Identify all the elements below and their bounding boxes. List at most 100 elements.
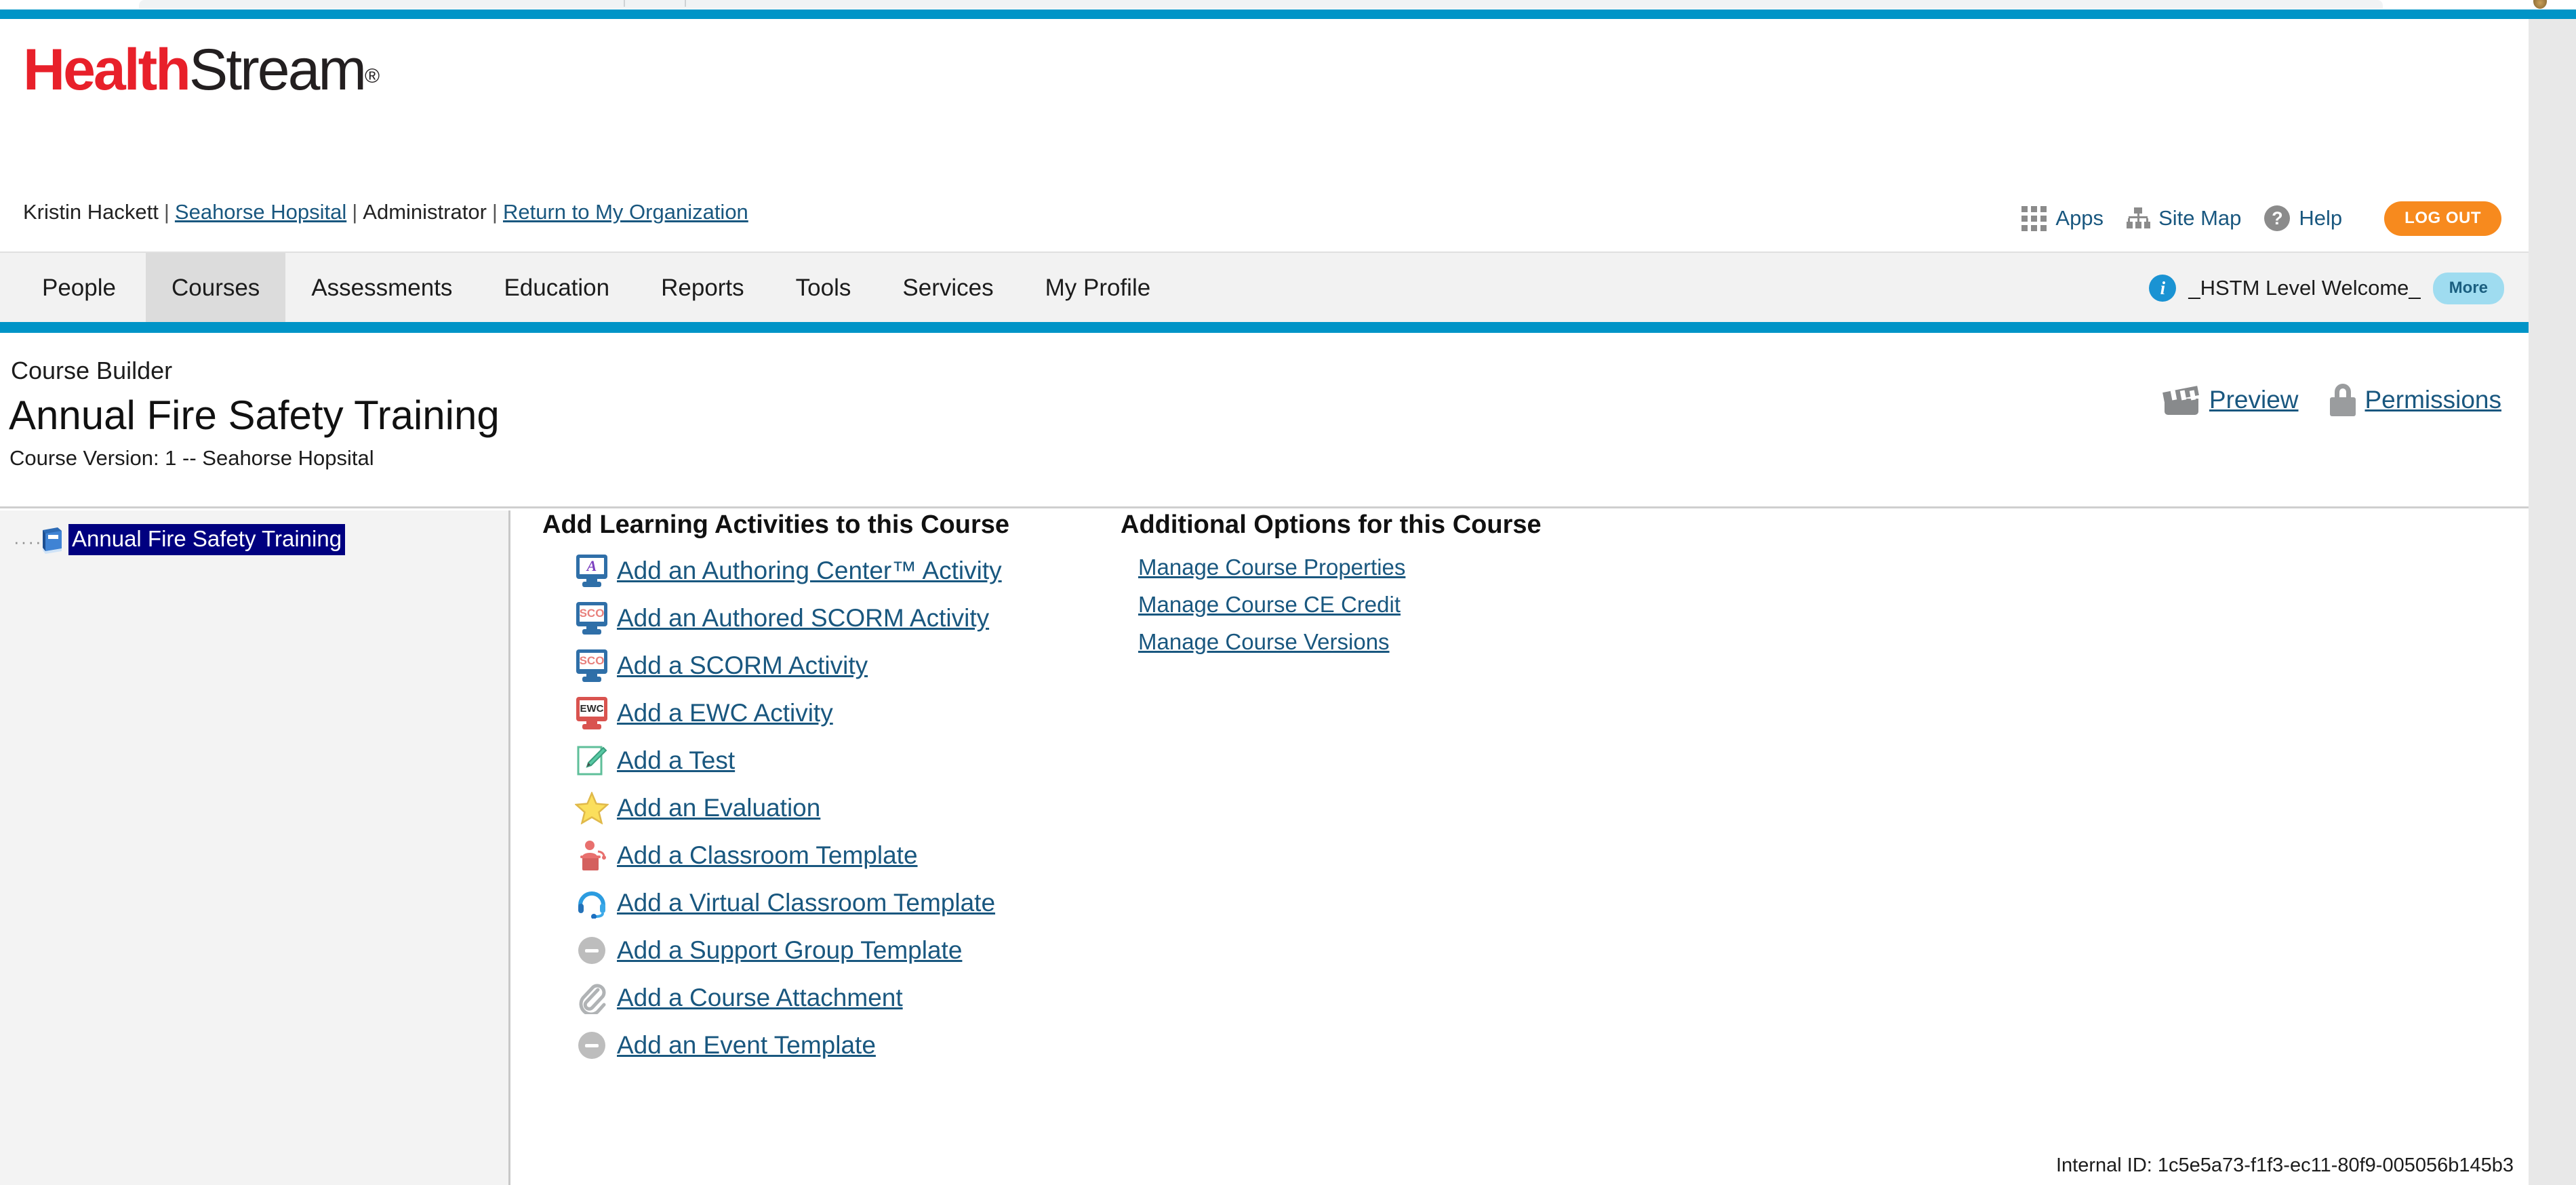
add-classroom-template-link[interactable]: Add a Classroom Template	[617, 841, 918, 870]
browser-tab-divider-2	[685, 0, 686, 7]
page-section-label: Course Builder	[11, 357, 173, 384]
scorm-icon-text: SCO	[580, 653, 604, 669]
question-mark-icon: ?	[2264, 205, 2291, 231]
return-to-my-organization-link[interactable]: Return to My Organization	[503, 200, 748, 224]
ewc-icon-text: EWC	[580, 700, 604, 717]
app-root: HealthStream® Kristin Hackett | Seahorse H…	[0, 0, 2576, 1185]
site-map-label: Site Map	[2158, 206, 2242, 230]
apps-label: Apps	[2055, 206, 2104, 230]
add-authoring-center-activity-link[interactable]: Add an Authoring Center™ Activity	[617, 557, 1002, 585]
add-event-template-link[interactable]: Add an Event Template	[617, 1031, 876, 1060]
browser-tab-divider	[624, 0, 625, 7]
add-authored-scorm-activity-link[interactable]: Add an Authored SCORM Activity	[617, 604, 989, 632]
list-item[interactable]: SCO Add a SCORM Activity	[542, 642, 1125, 689]
list-item[interactable]: Add an Event Template	[542, 1022, 1125, 1069]
authoring-center-icon-text: A	[580, 557, 604, 574]
preview-link[interactable]: Preview	[2209, 386, 2299, 414]
apps-grid-icon	[2021, 205, 2047, 231]
nav-tab-education[interactable]: Education	[478, 253, 635, 323]
healthstream-logo[interactable]: HealthStream®	[23, 41, 380, 99]
list-item[interactable]: Add a Support Group Template	[542, 927, 1125, 974]
nav-tab-courses[interactable]: Courses	[145, 253, 286, 323]
additional-options-title: Additional Options for this Course	[1121, 510, 1542, 539]
welcome-message: _HSTM Level Welcome_	[2188, 276, 2421, 300]
list-item[interactable]: Add a Course Attachment	[542, 974, 1125, 1022]
browser-chrome-strip	[0, 0, 2576, 9]
list-item[interactable]: EWC Add a EWC Activity	[542, 689, 1125, 737]
organization-link[interactable]: Seahorse Hopsital	[175, 200, 346, 224]
list-item[interactable]: Manage Course Properties	[1138, 555, 1731, 592]
nav-blue-rule	[0, 322, 2529, 333]
minus-circle-icon	[575, 1028, 609, 1062]
add-ewc-activity-link[interactable]: Add a EWC Activity	[617, 699, 833, 727]
course-structure-tree: ····· Annual Fire Safety Training	[0, 510, 510, 1185]
list-item[interactable]: Add a Virtual Classroom Template	[542, 879, 1125, 927]
test-icon	[575, 744, 609, 778]
user-separator-1: |	[163, 200, 169, 224]
tree-item-label[interactable]: Annual Fire Safety Training	[68, 524, 346, 555]
user-separator-2: |	[352, 200, 358, 224]
nav-tab-tools[interactable]: Tools	[770, 253, 877, 323]
add-support-group-template-link[interactable]: Add a Support Group Template	[617, 936, 962, 965]
top-accent-band	[0, 9, 2576, 19]
add-virtual-classroom-template-link[interactable]: Add a Virtual Classroom Template	[617, 889, 995, 917]
list-item[interactable]: Manage Course CE Credit	[1138, 592, 1731, 629]
user-context-line: Kristin Hackett | Seahorse Hopsital | Admini…	[23, 200, 748, 224]
lock-icon	[2329, 384, 2356, 416]
logo-text-stream: Stream	[188, 37, 367, 102]
more-button[interactable]: More	[2432, 272, 2504, 304]
permissions-link[interactable]: Permissions	[2365, 386, 2502, 414]
course-header-actions: Preview Permissions	[2162, 384, 2502, 416]
browser-profile-avatar[interactable]	[2533, 0, 2548, 9]
tree-connector-dots: ·····	[14, 531, 50, 552]
minus-circle-icon	[575, 933, 609, 967]
site-map-button[interactable]: Site Map	[2127, 206, 2241, 230]
page-title: Annual Fire Safety Training	[9, 393, 500, 438]
user-name: Kristin Hackett	[23, 200, 159, 224]
user-separator-3: |	[491, 200, 498, 224]
podium-icon	[575, 839, 609, 872]
add-course-attachment-link[interactable]: Add a Course Attachment	[617, 984, 903, 1012]
add-scorm-activity-link[interactable]: Add a SCORM Activity	[617, 651, 868, 680]
nav-tab-services[interactable]: Services	[877, 253, 1019, 323]
nav-tab-assessments[interactable]: Assessments	[285, 253, 478, 323]
paperclip-icon	[575, 981, 609, 1015]
nav-tab-list: People Courses Assessments Education Rep…	[0, 253, 1176, 323]
log-out-button[interactable]: LOG OUT	[2384, 201, 2501, 236]
add-activities-column: Add Learning Activities to this Course A…	[542, 510, 1125, 1069]
authored-scorm-icon-text: SCO	[580, 605, 604, 622]
add-test-link[interactable]: Add a Test	[617, 746, 735, 775]
list-item[interactable]: Add a Classroom Template	[542, 832, 1125, 879]
nav-tab-my-profile[interactable]: My Profile	[1020, 253, 1177, 323]
scorm-icon: SCO	[575, 649, 609, 683]
additional-options-list: Manage Course Properties Manage Course C…	[1121, 547, 1731, 666]
logo-text-health: Health	[23, 37, 191, 102]
additional-options-column: Additional Options for this Course Manag…	[1121, 510, 1731, 666]
manage-course-versions-link[interactable]: Manage Course Versions	[1138, 629, 1390, 654]
list-item[interactable]: Manage Course Versions	[1138, 629, 1731, 666]
help-button[interactable]: ? Help	[2264, 205, 2342, 231]
list-item[interactable]: Add an Evaluation	[542, 784, 1125, 832]
preview-action[interactable]: Preview	[2162, 385, 2299, 415]
star-icon	[575, 791, 609, 825]
add-activities-title: Add Learning Activities to this Course	[542, 510, 1010, 539]
permissions-action[interactable]: Permissions	[2329, 384, 2502, 416]
manage-course-properties-link[interactable]: Manage Course Properties	[1138, 555, 1405, 580]
clapperboard-icon	[2162, 385, 2200, 415]
authored-scorm-icon: SCO	[575, 601, 609, 635]
course-version-line: Course Version: 1 -- Seahorse Hopsital	[9, 446, 374, 470]
tree-item-course-root[interactable]: ····· Annual Fire Safety Training	[14, 524, 346, 555]
nav-tab-people[interactable]: People	[0, 253, 146, 323]
apps-button[interactable]: Apps	[2021, 205, 2104, 231]
add-evaluation-link[interactable]: Add an Evaluation	[617, 794, 820, 822]
add-activities-list: A Add an Authoring Center™ Activity SCO …	[542, 547, 1125, 1069]
list-item[interactable]: Add a Test	[542, 737, 1125, 784]
site-map-icon	[2127, 207, 2151, 229]
list-item[interactable]: A Add an Authoring Center™ Activity	[542, 547, 1125, 595]
list-item[interactable]: SCO Add an Authored SCORM Activity	[542, 595, 1125, 642]
manage-course-ce-credit-link[interactable]: Manage Course CE Credit	[1138, 592, 1401, 617]
course-header: Course Builder Annual Fire Safety Traini…	[0, 333, 2529, 508]
nav-tab-reports[interactable]: Reports	[635, 253, 770, 323]
ewc-icon: EWC	[575, 696, 609, 730]
browser-tab-strip[interactable]	[139, 0, 2383, 9]
